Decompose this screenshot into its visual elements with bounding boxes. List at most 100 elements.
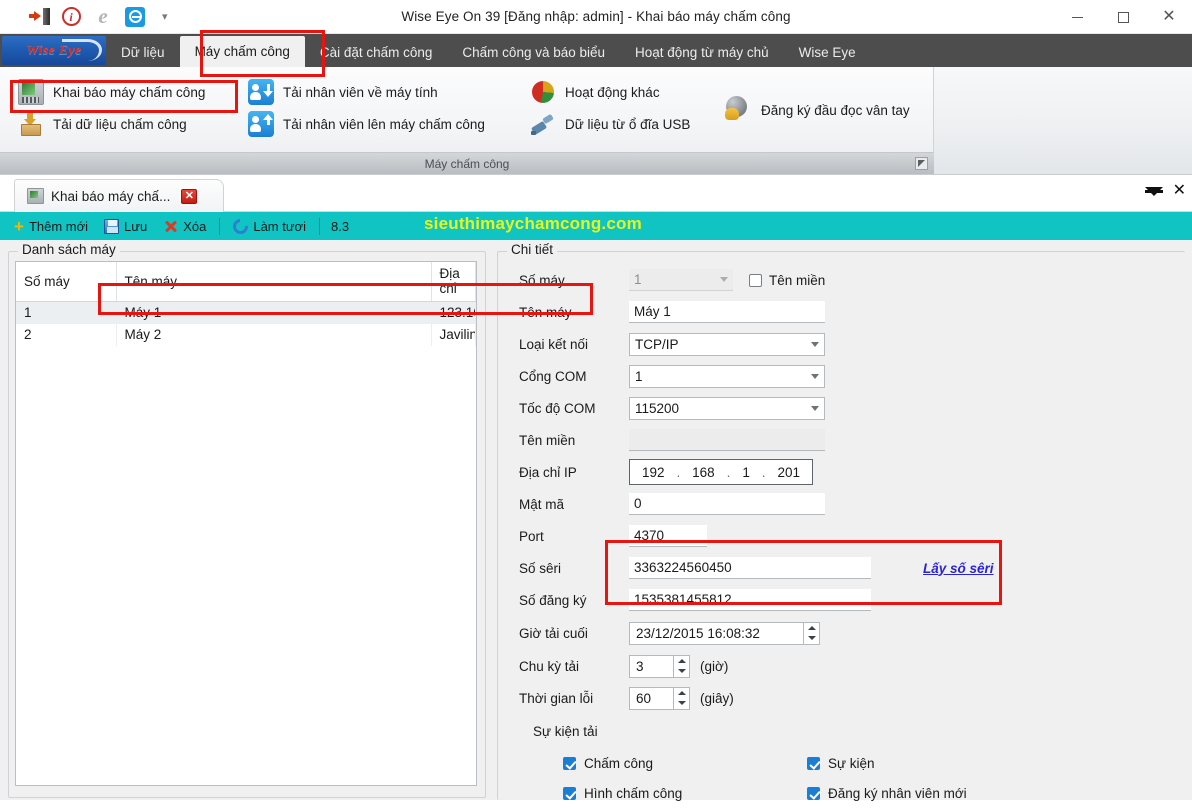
table-header-row: Số máy Tên máy Địa chỉ xyxy=(16,262,476,302)
column-header-dia-chi[interactable]: Địa chỉ xyxy=(431,262,476,302)
minimize-button[interactable] xyxy=(1054,0,1100,34)
toc-do-com-dropdown[interactable]: 115200 xyxy=(629,396,825,420)
details-panel: Chi tiết Số máy 1 Tên miền Tên máy Máy 1… xyxy=(497,242,1185,801)
save-button[interactable]: Lưu xyxy=(96,214,155,238)
ribbon-item-du-lieu-tu-o-dia-usb[interactable]: Dữ liệu từ ổ đĩa USB xyxy=(530,111,690,137)
add-new-button[interactable]: + Thêm mới xyxy=(6,214,96,238)
delete-label: Xóa xyxy=(183,218,207,234)
gio-tai-cuoi-spinner[interactable] xyxy=(803,621,820,645)
checkbox-box[interactable] xyxy=(563,786,576,800)
so-dang-ky-input[interactable]: 1535381455812 xyxy=(629,589,871,611)
ribbon-item-khai-bao-may-cham-cong[interactable]: Khai báo máy chấm công xyxy=(18,79,205,105)
table-row[interactable]: 2 Máy 2 Javilinko xyxy=(16,324,476,346)
machine-list-title: Danh sách máy xyxy=(18,242,120,257)
field-row-cong-com: Cổng COM 1 xyxy=(519,360,1179,392)
loai-ket-noi-dropdown[interactable]: TCP/IP xyxy=(629,332,825,356)
ten-mien-checkbox[interactable] xyxy=(749,273,762,287)
thoi-gian-loi-stepper[interactable]: 60 xyxy=(629,686,690,710)
document-tab-khai-bao-may[interactable]: Khai báo máy chấ... ✕ xyxy=(14,179,224,212)
people-upload-icon xyxy=(248,111,274,137)
tab-cham-cong-va-bao-bieu[interactable]: Chấm công và báo biểu xyxy=(447,38,620,67)
ribbon-item-label: Khai báo máy chấm công xyxy=(53,84,206,100)
cell-so-may: 1 xyxy=(16,301,117,324)
tab-hoat-dong-tu-may-chu[interactable]: Hoạt động từ máy chủ xyxy=(620,38,784,67)
so-may-dropdown[interactable]: 1 xyxy=(629,269,733,291)
chu-ky-tai-spinner[interactable] xyxy=(673,654,690,678)
delete-icon xyxy=(163,219,178,234)
thoi-gian-loi-spinner[interactable] xyxy=(673,686,690,710)
label-so-may: Số máy xyxy=(519,272,565,288)
mat-ma-input[interactable]: 0 xyxy=(629,493,825,515)
device-icon xyxy=(18,79,44,105)
checkbox-hinh-cham-cong[interactable]: Hình chấm công xyxy=(563,786,807,801)
refresh-button[interactable]: Làm tươi xyxy=(225,214,314,238)
spinner-down-icon[interactable] xyxy=(674,666,689,677)
wise-eye-logo[interactable]: Wise Eye xyxy=(2,36,106,65)
spinner-down-icon[interactable] xyxy=(804,633,819,644)
checkbox-box[interactable] xyxy=(807,756,820,770)
document-tab-strip: Khai báo máy chấ... ✕ ✕ xyxy=(0,175,1192,212)
cong-com-dropdown[interactable]: 1 xyxy=(629,364,825,388)
close-button[interactable]: ✕ xyxy=(1146,0,1192,34)
spinner-down-icon[interactable] xyxy=(674,698,689,709)
spinner-up-icon[interactable] xyxy=(674,656,689,667)
ten-mien-checkbox-row[interactable]: Tên miền xyxy=(749,273,825,288)
field-row-so-may: Số máy 1 Tên miền xyxy=(519,264,1179,296)
refresh-icon xyxy=(230,215,252,237)
checkbox-dang-ky-nhan-vien-moi[interactable]: Đăng ký nhân viên mới xyxy=(807,786,967,801)
document-tab-close-icon[interactable]: ✕ xyxy=(181,188,198,204)
tab-cai-dat-cham-cong[interactable]: Cài đặt chấm công xyxy=(305,38,448,67)
ribbon-item-hoat-dong-khac[interactable]: Hoạt động khác xyxy=(530,79,660,105)
chu-ky-tai-stepper[interactable]: 3 xyxy=(629,654,690,678)
gio-tai-cuoi-datetime-picker[interactable]: 23/12/2015 16:08:32 xyxy=(629,621,820,645)
label-ten-may: Tên máy xyxy=(519,304,572,320)
spinner-up-icon[interactable] xyxy=(674,688,689,699)
checkbox-box[interactable] xyxy=(563,756,576,770)
label-thoi-gian-loi: Thời gian lỗi xyxy=(519,690,594,706)
ten-mien-input xyxy=(629,429,825,451)
so-seri-input[interactable]: 3363224560450 xyxy=(629,557,871,579)
content-area: Danh sách máy Số máy Tên máy Địa chỉ 1 M… xyxy=(0,240,1192,801)
spinner-up-icon[interactable] xyxy=(804,623,819,634)
cong-com-value: 1 xyxy=(635,368,643,384)
ribbon-item-dang-ky-dau-doc-van-tay[interactable]: Đăng ký đầu đọc vân tay xyxy=(722,95,910,125)
field-row-chu-ky-tai: Chu kỳ tải 3 (giờ) xyxy=(519,650,1179,682)
field-row-ten-mien: Tên miền xyxy=(519,424,1179,456)
column-header-ten-may[interactable]: Tên máy xyxy=(116,262,432,302)
events-section-header: Sự kiện tải xyxy=(519,714,1179,748)
ribbon-item-tai-nhan-vien-ve-may-tinh[interactable]: Tải nhân viên về máy tính xyxy=(248,79,438,105)
table-body: 1 Máy 1 123.16. 2 Máy 2 Javilinko xyxy=(16,301,476,346)
checkbox-label: Hình chấm công xyxy=(584,785,683,801)
column-header-so-may[interactable]: Số máy xyxy=(16,262,117,302)
checkbox-box[interactable] xyxy=(807,786,820,800)
port-input[interactable]: 4370 xyxy=(629,525,707,547)
tab-may-cham-cong[interactable]: Máy chấm công xyxy=(179,36,305,67)
machine-list-table-wrapper[interactable]: Số máy Tên máy Địa chỉ 1 Máy 1 123.16. 2 xyxy=(15,261,477,786)
tab-du-lieu[interactable]: Dữ liệu xyxy=(106,38,180,67)
checkbox-cham-cong[interactable]: Chấm công xyxy=(563,756,807,771)
document-tab-controls: ✕ xyxy=(1144,183,1186,199)
toc-do-com-value: 115200 xyxy=(635,400,680,416)
ribbon-body: Khai báo máy chấm công Tải dữ liệu chấm … xyxy=(0,67,1192,175)
delete-button[interactable]: Xóa xyxy=(155,214,214,238)
lay-so-seri-link[interactable]: Lấy số sêri xyxy=(923,561,994,576)
ip-octet-1: 192 xyxy=(641,464,665,480)
checkbox-su-kien[interactable]: Sự kiện xyxy=(807,756,875,771)
chevron-down-icon[interactable] xyxy=(1144,186,1163,196)
ribbon-item-tai-nhan-vien-len-may-cham-cong[interactable]: Tải nhân viên lên máy chấm công xyxy=(248,111,485,137)
dialog-launcher-icon[interactable] xyxy=(915,157,928,170)
maximize-button[interactable] xyxy=(1100,0,1146,34)
window-controls: ✕ xyxy=(1054,0,1192,34)
field-row-port: Port 4370 xyxy=(519,520,1179,552)
ribbon-item-tai-du-lieu-cham-cong[interactable]: Tải dữ liệu chấm công xyxy=(18,111,187,137)
dia-chi-ip-input[interactable]: 192 . 168 . 1 . 201 xyxy=(629,459,813,485)
ten-may-input[interactable]: Máy 1 xyxy=(629,301,825,323)
so-may-value: 1 xyxy=(634,272,642,287)
table-header: Số máy Tên máy Địa chỉ xyxy=(16,262,476,302)
close-all-tabs-icon[interactable]: ✕ xyxy=(1173,183,1186,199)
ribbon-item-label: Tải nhân viên lên máy chấm công xyxy=(283,116,485,132)
thoi-gian-loi-unit: (giây) xyxy=(700,690,734,706)
table-row[interactable]: 1 Máy 1 123.16. xyxy=(16,301,476,324)
tab-wise-eye[interactable]: Wise Eye xyxy=(784,38,871,67)
chu-ky-tai-value: 3 xyxy=(629,654,673,678)
